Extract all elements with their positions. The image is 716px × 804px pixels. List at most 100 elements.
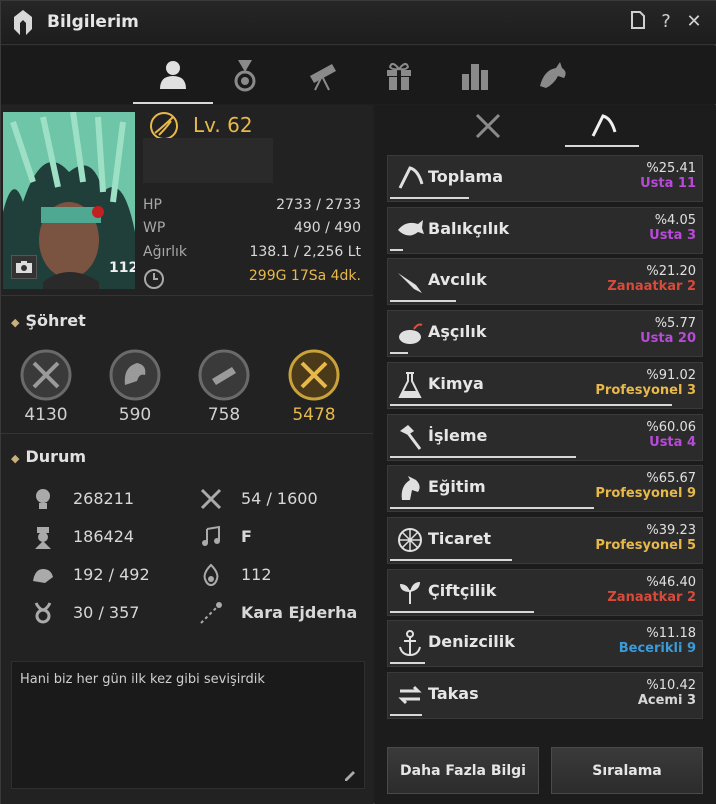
ranking-chart-icon	[462, 64, 488, 90]
left-panel: 112 Lv. 62 HP 2733 / 2733 WP 490 / 490 A…	[1, 105, 373, 804]
durum-dp-value: 186424	[73, 527, 135, 546]
memo-textarea[interactable]: Hani biz her gün ilk kez gibi sevişirdik	[11, 661, 365, 789]
hp-value: 2733 / 2733	[276, 197, 361, 213]
notes-icon[interactable]	[627, 11, 649, 33]
life-skill-row[interactable]: Eğitim %65.67 Profesyonel 9	[387, 465, 703, 513]
fame-life-value: 590	[118, 405, 152, 425]
life-skill-rank-name: Becerikli	[618, 641, 683, 657]
life-skill-row[interactable]: Takas %10.42 Acemi 3	[387, 672, 703, 719]
life-skill-percent: %91.02	[646, 367, 696, 383]
life-skill-name: Aşçılık	[428, 322, 487, 342]
character-portrait: 112	[3, 112, 135, 289]
life-skill-rank-name: Usta	[640, 176, 674, 191]
fame-heading: ◆ Şöhret	[11, 311, 86, 330]
life-skill-rank-level: 9	[686, 641, 696, 657]
class-emblem-icon	[150, 112, 178, 140]
ap-icon	[36, 489, 50, 509]
gathering-icon	[398, 166, 424, 189]
tab-pet[interactable]	[513, 46, 593, 104]
title-bar[interactable]: Bilgilerim ? ✕	[1, 1, 716, 45]
life-skill-percent: %46.40	[646, 574, 696, 590]
life-skill-rank: Becerikli 9	[619, 641, 696, 656]
life-skill-name: Denizcilik	[428, 632, 515, 652]
life-skill-rank: Profesyonel 9	[595, 486, 696, 501]
fame-combat-value: 4130	[24, 405, 68, 425]
life-skill-row[interactable]: Kimya %91.02 Profesyonel 3	[387, 361, 703, 409]
life-skill-percent: %4.05	[654, 212, 696, 228]
subtab-life[interactable]	[565, 105, 639, 147]
screenshot-camera-button[interactable]	[11, 255, 37, 279]
life-skill-rank-name: Profesyonel	[595, 382, 683, 398]
right-panel: Toplama %25.41 Usta 11 Balıkçılık %4.05 Usta …	[375, 105, 716, 804]
cooking-icon	[399, 323, 423, 345]
dp-icon	[35, 527, 51, 549]
life-skill-rank-name: Zanaatkar	[607, 589, 683, 605]
life-skill-row[interactable]: Ticaret %39.23 Profesyonel 5	[387, 516, 703, 564]
life-skill-rank-level: 3	[686, 227, 696, 243]
hp-stat: HP 2733 / 2733	[143, 197, 361, 217]
pet-icon	[540, 62, 566, 88]
life-skill-name: Kimya	[428, 373, 484, 393]
life-skill-percent: %11.18	[646, 626, 696, 642]
life-skill-name: İşleme	[428, 425, 488, 445]
life-skill-progress-bar	[390, 507, 594, 510]
fame-explore[interactable]: 758	[189, 343, 259, 425]
fame-title: Şöhret	[25, 311, 86, 330]
fame-total-value: 5478	[292, 405, 336, 425]
life-skill-percent: %10.42	[646, 678, 696, 693]
title-icon	[200, 602, 222, 624]
life-skill-name: Balıkçılık	[428, 218, 510, 238]
helmet-logo-icon	[14, 10, 32, 35]
clock-icon	[143, 268, 165, 294]
playtime-value: 299G 17Sa 4dk.	[248, 268, 361, 284]
life-skill-progress-bar	[390, 352, 408, 355]
life-skill-rank: Profesyonel 3	[595, 383, 696, 398]
life-skill-row[interactable]: İşleme %60.06 Usta 4	[387, 413, 703, 461]
trade-icon	[398, 527, 422, 552]
tab-explore[interactable]	[283, 46, 363, 104]
life-skill-name: Eğitim	[428, 477, 486, 497]
life-skill-progress-bar	[390, 455, 577, 458]
fame-total[interactable]: 5478	[279, 343, 349, 425]
close-icon[interactable]: ✕	[683, 11, 705, 33]
life-skill-rank-level: 3	[686, 382, 696, 398]
processing-icon	[400, 424, 422, 450]
life-skill-row[interactable]: Toplama %25.41 Usta 11	[387, 155, 703, 202]
life-skill-rank: Zanaatkar 2	[607, 279, 696, 294]
music-icon	[202, 525, 220, 546]
farming-icon	[400, 581, 420, 604]
life-skill-rank-name: Profesyonel	[595, 537, 683, 553]
life-skill-row[interactable]: Çiftçilik %46.40 Zanaatkar 2	[387, 568, 703, 616]
life-skill-row[interactable]: Balıkçılık %4.05 Usta 3	[387, 206, 703, 254]
life-skill-rank-level: 5	[686, 537, 696, 553]
pencil-icon[interactable]	[344, 770, 356, 782]
life-skill-progress-bar	[390, 403, 673, 406]
help-icon[interactable]: ?	[655, 11, 677, 33]
wp-label: WP	[143, 220, 166, 236]
wp-value: 490 / 490	[293, 220, 361, 236]
life-skill-percent: %5.77	[654, 316, 696, 332]
life-skill-row[interactable]: Avcılık %21.20 Zanaatkar 2	[387, 258, 703, 306]
life-skill-rank: Usta 4	[649, 435, 696, 450]
divider	[1, 433, 373, 434]
alchemy-icon	[398, 371, 422, 398]
ranking-button[interactable]: Sıralama	[551, 747, 703, 794]
tab-gift[interactable]	[359, 46, 439, 104]
fame-life[interactable]: 590	[100, 343, 170, 425]
subtab-combat[interactable]	[451, 105, 525, 147]
life-skill-row[interactable]: Denizcilik %11.18 Becerikli 9	[387, 620, 703, 668]
life-skill-row[interactable]: Aşçılık %5.77 Usta 20	[387, 310, 703, 358]
tab-character[interactable]	[133, 46, 213, 104]
tab-ranking[interactable]	[435, 46, 515, 104]
character-icon	[160, 61, 186, 89]
life-skill-rank-name: Acemi	[637, 693, 683, 708]
tab-medal[interactable]	[205, 46, 285, 104]
contribution-icon	[34, 602, 52, 624]
crossed-swords-icon	[475, 113, 501, 139]
fame-combat[interactable]: 4130	[11, 343, 81, 425]
weight-value: 138.1 / 2,256 Lt	[249, 244, 361, 260]
durum-ap-value: 268211	[73, 489, 135, 508]
more-info-button[interactable]: Daha Fazla Bilgi	[387, 747, 539, 794]
weight-label: Ağırlık	[143, 244, 187, 260]
life-skill-rank: Usta 20	[640, 331, 696, 346]
